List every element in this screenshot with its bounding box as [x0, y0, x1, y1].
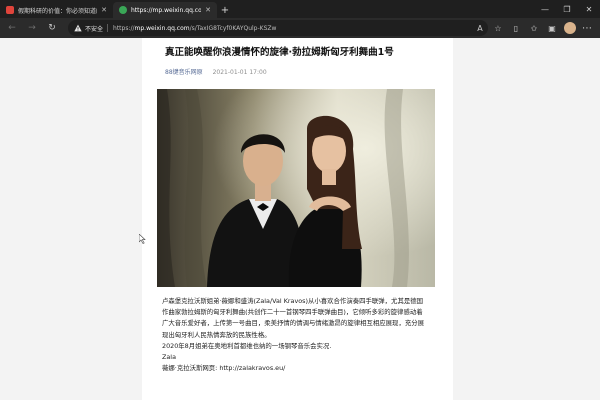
- favorite-star-icon[interactable]: ☆: [490, 20, 506, 36]
- collections-icon[interactable]: ▣: [544, 20, 560, 36]
- duo-portrait-image: [157, 89, 435, 287]
- url-path: /s/TaxIG8Tcyf0KAYQulp-KSZw: [189, 24, 277, 32]
- split-screen-icon[interactable]: ▯: [508, 20, 524, 36]
- window-controls: — ❐ ✕: [534, 0, 600, 18]
- toolbar-right: A ☆ ▯ ✩ ▣ ⋯: [470, 18, 594, 38]
- body-paragraph: 广大音乐爱好者，上传第一号曲目，柔美抒情的情调与情绪激昂的旋律相互相应展现，充分…: [162, 319, 425, 328]
- menu-dots-icon[interactable]: ⋯: [580, 20, 594, 36]
- back-arrow-icon[interactable]: ←: [4, 20, 20, 36]
- article-meta: 88键音乐网原 2021-01-01 17:00: [165, 67, 267, 76]
- favorites-list-icon[interactable]: ✩: [526, 20, 542, 36]
- minimize-button[interactable]: —: [534, 0, 556, 18]
- mouse-cursor-icon: [139, 234, 146, 244]
- body-paragraph: 作曲家勃拉姆斯的匈牙利舞曲(共创作二十一首钢琴四手联弹曲目)，它倾听多彩的旋律感…: [162, 308, 423, 317]
- maximize-button[interactable]: ❐: [556, 0, 578, 18]
- url-text[interactable]: https://mp.weixin.qq.com/s/TaxIG8Tcyf0KA…: [113, 25, 276, 32]
- tab-active[interactable]: https://mp.weixin.qq.com/s/ ✕: [113, 2, 217, 18]
- read-aloud-icon[interactable]: A: [472, 20, 488, 36]
- tab-title: https://mp.weixin.qq.com/s/: [131, 6, 202, 14]
- account-name-link[interactable]: 88键音乐网原: [165, 69, 203, 76]
- close-window-button[interactable]: ✕: [578, 0, 600, 18]
- body-paragraph-link[interactable]: 薇娜·克拉沃斯网页: http://zalakravos.eu/: [162, 363, 440, 374]
- profile-avatar[interactable]: [564, 22, 576, 34]
- tab-strip: 假期科研的价值：你必须知道的事情 ✕ https://mp.weixin.qq.…: [0, 0, 600, 18]
- body-paragraph: 卢森堡克拉沃斯姐弟·薇娜和盛涛(Zala/Val Kravos)从小喜欢合作演奏…: [162, 297, 424, 305]
- tab-inactive[interactable]: 假期科研的价值：你必须知道的事情 ✕: [0, 2, 113, 18]
- tab-title: 假期科研的价值：你必须知道的事情: [18, 7, 97, 15]
- article-photo: [157, 89, 435, 287]
- security-label[interactable]: 不安全: [85, 24, 103, 33]
- body-paragraph: Zala: [162, 353, 176, 362]
- forward-arrow-icon[interactable]: →: [24, 20, 40, 36]
- body-paragraph: 2020年8月姐弟在奥地利首都维也纳的一场钢琴音乐会实况.: [162, 341, 332, 350]
- article-title: 真正能唤醒你浪漫情怀的旋律·勃拉姆斯匈牙利舞曲1号: [165, 47, 394, 58]
- url-prefix: https://: [113, 24, 135, 32]
- body-paragraph: 现出匈牙利人民热情奔放的民族性格。: [162, 330, 271, 339]
- tab-favicon-icon: [119, 6, 127, 14]
- browser-toolbar: ← → ↻ 不安全 https://mp.weixin.qq.com/s/Tax…: [0, 18, 600, 38]
- divider: [107, 24, 109, 32]
- tab-close-icon[interactable]: ✕: [205, 6, 211, 14]
- new-tab-button[interactable]: +: [217, 2, 233, 18]
- warning-triangle-icon: [74, 24, 82, 32]
- article-body: 卢森堡克拉沃斯姐弟·薇娜和盛涛(Zala/Val Kravos)从小喜欢合作演奏…: [162, 296, 440, 374]
- reload-icon[interactable]: ↻: [44, 20, 60, 36]
- publish-date: 2021-01-01 17:00: [212, 69, 267, 76]
- address-bar[interactable]: 不安全 https://mp.weixin.qq.com/s/TaxIG8Tcy…: [68, 20, 488, 36]
- tab-favicon-icon: [6, 6, 14, 14]
- url-host: mp.weixin.qq.com: [134, 24, 190, 32]
- tab-close-icon[interactable]: ✕: [101, 6, 107, 14]
